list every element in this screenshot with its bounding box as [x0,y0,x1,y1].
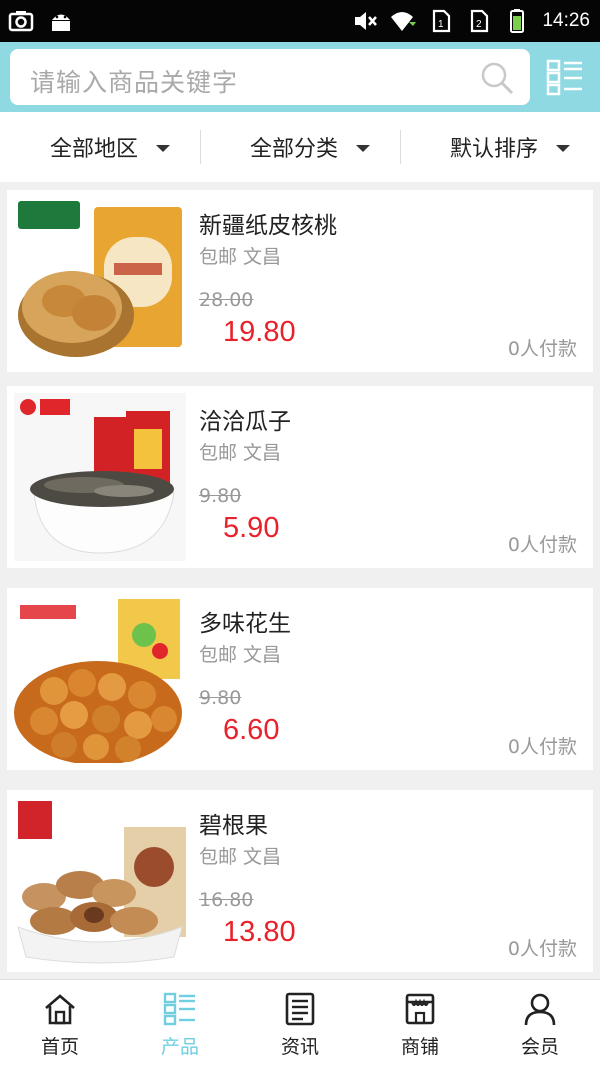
battery-icon [510,9,525,33]
tab-products[interactable]: 产品 [120,980,240,1067]
store-icon [405,993,435,1025]
product-name[interactable]: 新疆纸皮核桃 [199,206,337,240]
sold-count: 0人付款 [507,938,577,960]
product-name[interactable]: 多味花生 [199,604,291,638]
tab-products-label: 产品 [160,1036,199,1058]
pecan-product-image[interactable] [14,797,186,965]
peanut-product-image[interactable] [14,595,186,763]
search-placeholder: 请输入商品关键字 [30,68,239,97]
news-icon [285,992,315,1026]
dropdown-arrow-icon [356,144,371,152]
category-grid-icon[interactable] [546,58,584,96]
product-card[interactable]: 碧根果 包邮 文昌 16.80 13.80 0人付款 [7,790,593,972]
original-price: 16.80 [199,889,254,911]
filter-sort-label: 默认排序 [450,137,539,162]
sale-price: 19.80 [223,316,296,348]
sale-price: 6.60 [223,714,280,746]
product-tags: 包邮 文昌 [199,442,282,464]
search-icon[interactable] [480,61,514,95]
sunflower-seeds-product-image[interactable] [14,393,186,561]
sold-count: 0人付款 [507,338,577,360]
bottom-tab-bar: 首页 产品 资讯 商铺 会员 [0,979,600,1067]
product-name[interactable]: 洽洽瓜子 [199,402,291,436]
svg-text:2: 2 [476,19,482,30]
tab-home[interactable]: 首页 [0,980,120,1067]
dropdown-arrow-icon [156,144,171,152]
product-grid-icon [163,992,195,1026]
search-input[interactable]: 请输入商品关键字 [10,49,530,105]
filter-category-label: 全部分类 [250,137,339,162]
tab-member[interactable]: 会员 [480,980,600,1067]
svg-text:1: 1 [438,19,444,30]
product-name[interactable]: 碧根果 [199,806,268,840]
product-card[interactable]: 多味花生 包邮 文昌 9.80 6.60 0人付款 [7,588,593,770]
product-tags: 包邮 文昌 [199,846,282,868]
sale-price: 13.80 [223,916,296,948]
tab-store[interactable]: 商铺 [360,980,480,1067]
home-icon [45,994,75,1025]
tab-news-label: 资讯 [280,1036,319,1058]
sale-price: 5.90 [223,512,280,544]
user-icon [524,993,556,1026]
sim-2-icon: 2 [471,9,489,33]
clock: 14:26 [542,10,590,31]
wifi-icon [391,12,417,31]
filter-region[interactable]: 全部地区 [50,112,171,182]
original-price: 28.00 [199,289,254,311]
divider [200,130,201,164]
sold-count: 0人付款 [507,534,577,556]
search-header: 请输入商品关键字 [0,42,600,112]
original-price: 9.80 [199,485,242,507]
tab-member-label: 会员 [520,1036,559,1058]
filter-sort[interactable]: 默认排序 [450,112,571,182]
product-card[interactable]: 新疆纸皮核桃 包邮 文昌 28.00 19.80 0人付款 [7,190,593,372]
filter-region-label: 全部地区 [50,137,139,162]
camera-icon [8,11,34,32]
product-tags: 包邮 文昌 [199,644,282,666]
filter-category[interactable]: 全部分类 [250,112,371,182]
android-icon [52,14,70,31]
sim-1-icon: 1 [433,9,451,33]
status-bar: 1 2 14:26 [0,0,600,42]
filter-bar: 全部地区 全部分类 默认排序 [0,112,600,182]
tab-news[interactable]: 资讯 [240,980,360,1067]
tab-home-label: 首页 [40,1036,79,1058]
sold-count: 0人付款 [507,736,577,758]
divider [400,130,401,164]
original-price: 9.80 [199,687,242,709]
dropdown-arrow-icon [556,144,571,152]
tab-store-label: 商铺 [400,1036,439,1058]
product-tags: 包邮 文昌 [199,246,282,268]
product-card[interactable]: 洽洽瓜子 包邮 文昌 9.80 5.90 0人付款 [7,386,593,568]
walnut-product-image[interactable] [14,197,186,365]
mute-icon [355,12,378,30]
